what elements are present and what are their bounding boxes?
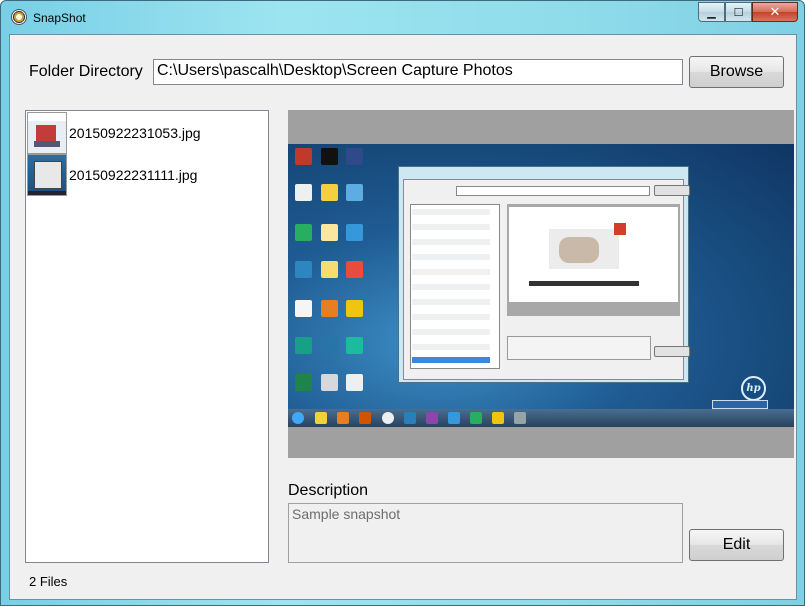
app-camera-icon[interactable]	[11, 9, 27, 25]
list-item[interactable]: 20150922231111.jpg	[27, 154, 267, 196]
minimize-button[interactable]: ▁	[698, 2, 725, 22]
folder-path-input[interactable]: C:\Users\pascalh\Desktop\Screen Capture …	[153, 59, 683, 85]
maximize-button[interactable]: ☐	[725, 2, 752, 22]
title-bar[interactable]: SnapShot ▁ ☐ ✕	[1, 1, 804, 35]
image-thumbnail-icon	[27, 112, 67, 154]
file-list[interactable]: 20150922231053.jpg 20150922231111.jpg	[25, 110, 269, 563]
description-label: Description	[288, 482, 369, 499]
preview-taskbar	[288, 409, 794, 427]
hp-logo-icon: hp	[741, 376, 766, 401]
file-name: 20150922231053.jpg	[69, 125, 201, 141]
edit-button[interactable]: Edit	[689, 529, 784, 561]
folder-directory-label: Folder Directory	[29, 63, 143, 80]
client-area: Folder Directory C:\Users\pascalh\Deskto…	[9, 34, 797, 600]
image-thumbnail-icon	[27, 154, 67, 196]
description-textbox[interactable]: Sample snapshot	[288, 503, 683, 563]
app-window: SnapShot ▁ ☐ ✕ Folder Directory C:\Users…	[0, 0, 805, 606]
image-preview: hp	[288, 110, 794, 458]
preview-nested-window	[398, 166, 690, 383]
list-item[interactable]: 20150922231053.jpg	[27, 112, 267, 154]
close-button[interactable]: ✕	[752, 2, 798, 22]
preview-screenshot: hp	[288, 144, 794, 427]
files-count-label: 2 Files	[29, 574, 68, 589]
browse-button[interactable]: Browse	[689, 56, 784, 88]
window-controls: ▁ ☐ ✕	[698, 2, 798, 23]
window-title: SnapShot	[33, 11, 86, 25]
file-name: 20150922231111.jpg	[69, 167, 198, 183]
